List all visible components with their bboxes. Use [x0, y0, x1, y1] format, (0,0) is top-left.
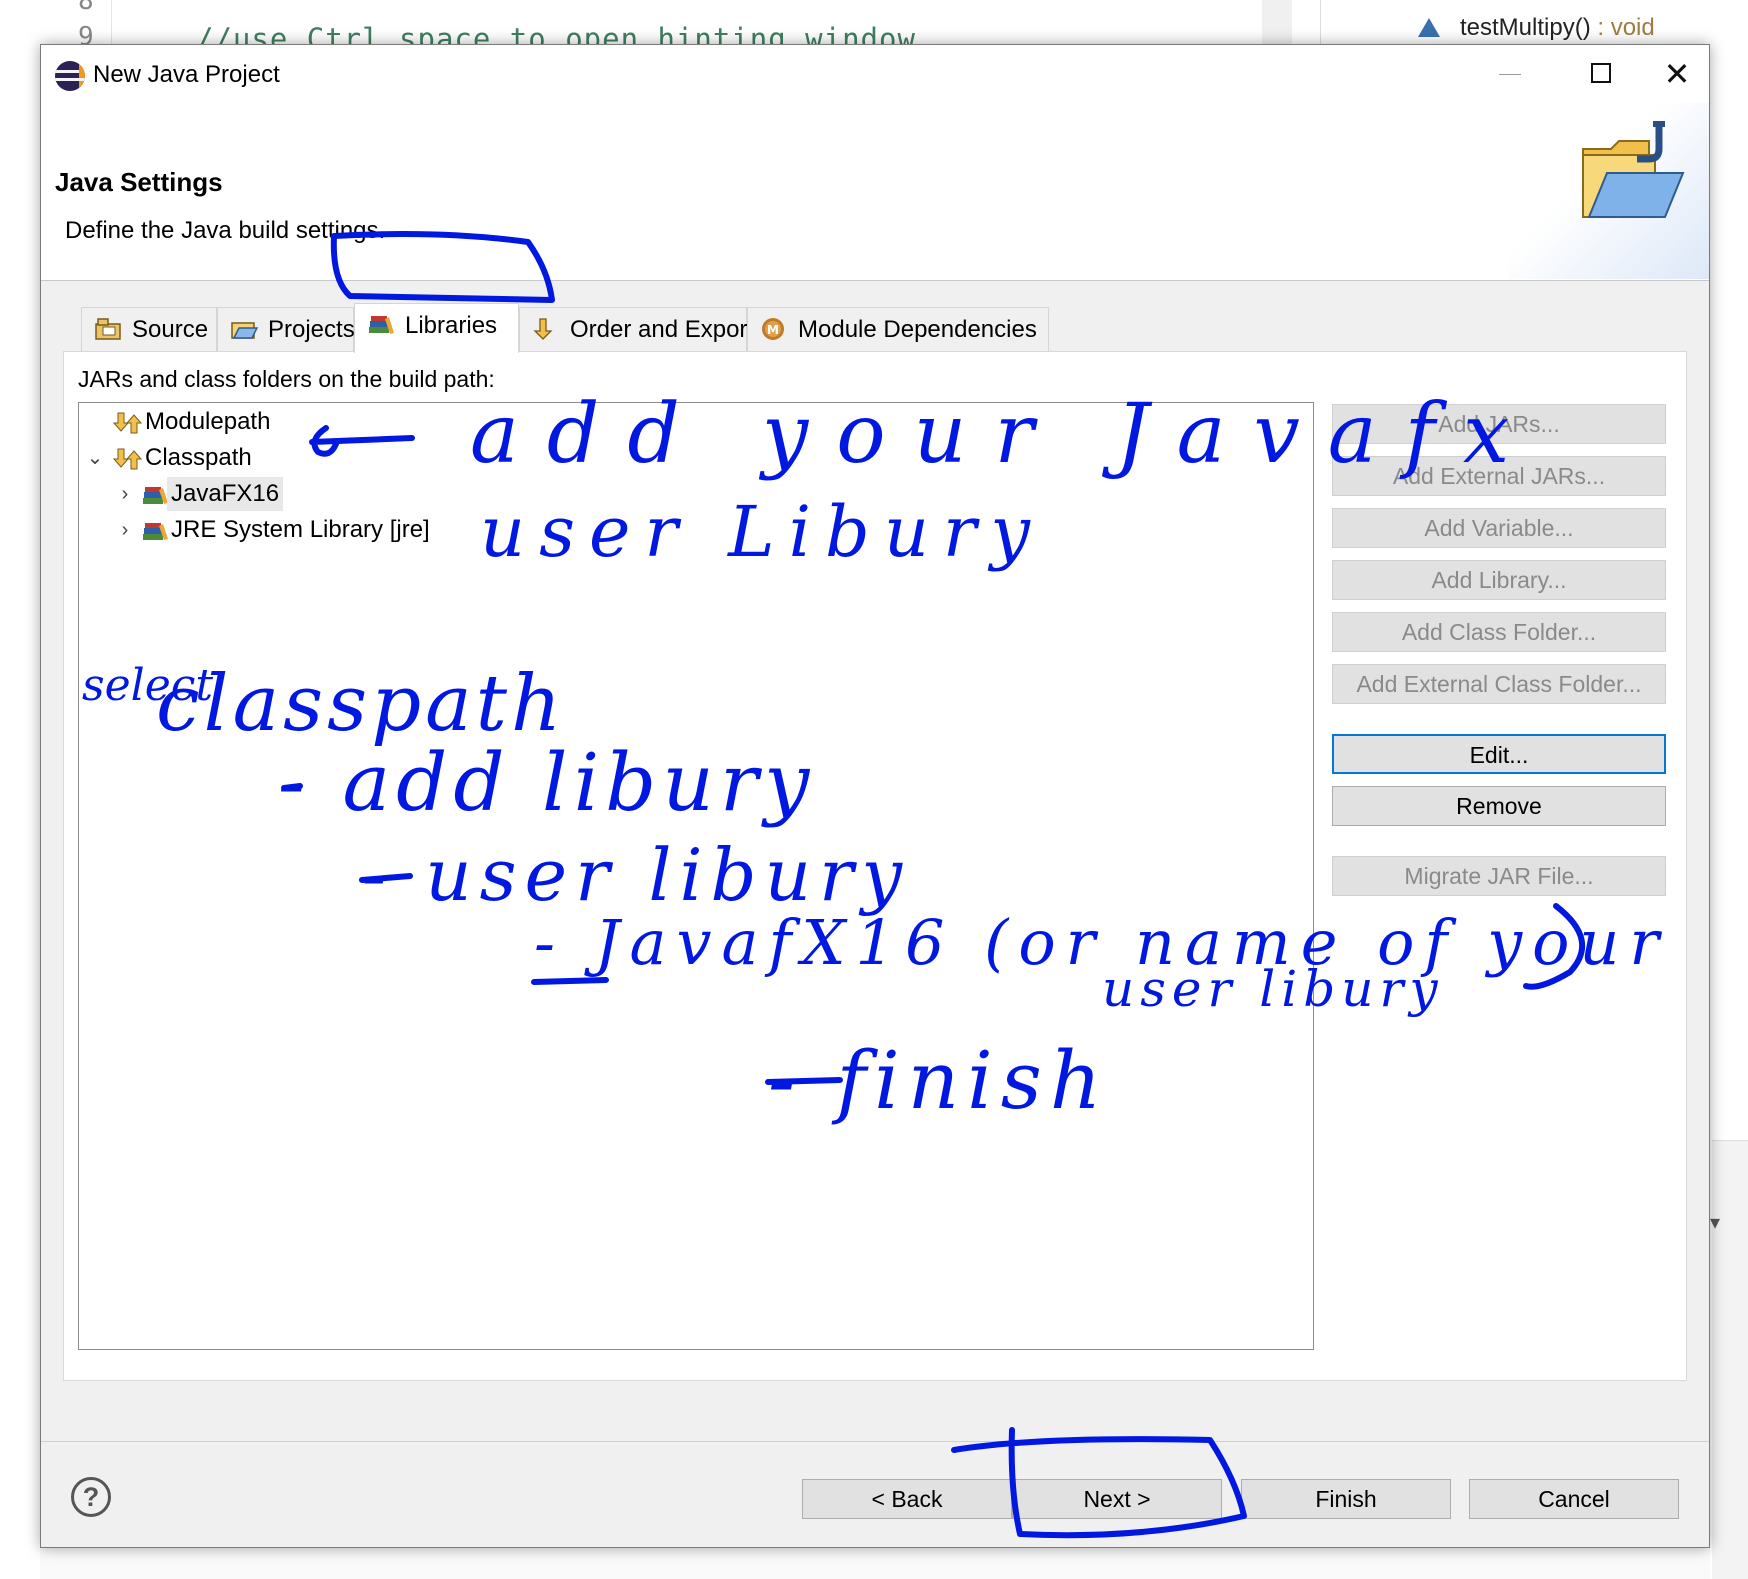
- add-external-class-folder-button[interactable]: Add External Class Folder...: [1332, 664, 1666, 704]
- tab-source[interactable]: Source: [81, 307, 217, 351]
- libraries-tab-panel: JARs and class folders on the build path…: [63, 351, 1687, 1381]
- add-variable-button[interactable]: Add Variable...: [1332, 508, 1666, 548]
- right-panel: [1712, 1140, 1748, 1579]
- help-icon[interactable]: ?: [71, 1477, 111, 1517]
- add-library-button[interactable]: Add Library...: [1332, 560, 1666, 600]
- tree-item-modulepath[interactable]: Modulepath: [79, 405, 479, 439]
- modulepath-icon: [113, 412, 143, 434]
- edit-button[interactable]: Edit...: [1332, 734, 1666, 774]
- back-button[interactable]: < Back: [802, 1479, 1012, 1519]
- source-folder-icon: [95, 318, 121, 340]
- tree-item-label: JavaFX16: [167, 477, 284, 511]
- page-description: Define the Java build settings.: [65, 217, 386, 244]
- wizard-header: Java Settings Define the Java build sett…: [41, 103, 1709, 281]
- dialog-titlebar[interactable]: New Java Project ✕: [41, 45, 1709, 103]
- outline-item-return-type: : void: [1590, 14, 1655, 41]
- remove-button[interactable]: Remove: [1332, 786, 1666, 826]
- new-java-project-dialog: New Java Project ✕ Java Settings Define …: [40, 44, 1710, 1548]
- tab-bar: Source Projects Libraries Order and Expo…: [65, 303, 1705, 353]
- tree-item-classpath[interactable]: ⌄ Classpath: [79, 441, 479, 475]
- dialog-title: New Java Project: [93, 61, 280, 88]
- tree-item-label: Modulepath: [145, 408, 271, 435]
- chevron-down-icon[interactable]: ⌄: [85, 441, 105, 475]
- method-triangle-icon: [1418, 18, 1440, 37]
- finish-button[interactable]: Finish: [1241, 1479, 1451, 1519]
- migrate-jar-file-button[interactable]: Migrate JAR File...: [1332, 856, 1666, 896]
- svg-text:M: M: [767, 323, 779, 337]
- close-icon: ✕: [1663, 56, 1691, 92]
- outline-item[interactable]: testMultipy() : void: [1460, 14, 1655, 42]
- classpath-icon: [113, 448, 143, 470]
- close-button[interactable]: ✕: [1645, 45, 1709, 103]
- add-class-folder-button[interactable]: Add Class Folder...: [1332, 612, 1666, 652]
- order-export-icon: [533, 318, 553, 340]
- outline-item-name: testMultipy(): [1460, 14, 1591, 41]
- tab-label: Projects: [268, 316, 355, 343]
- tab-label: Order and Export: [570, 316, 755, 343]
- tree-item-javafx16[interactable]: › JavaFX16: [79, 477, 479, 511]
- minimize-button[interactable]: [1465, 45, 1555, 103]
- projects-icon: [231, 322, 258, 339]
- line-number: 8: [78, 0, 94, 16]
- build-path-label: JARs and class folders on the build path…: [78, 366, 495, 392]
- tab-libraries[interactable]: Libraries: [354, 303, 519, 353]
- page-title: Java Settings: [55, 167, 223, 197]
- add-jars-button[interactable]: Add JARs...: [1332, 404, 1666, 444]
- next-button[interactable]: Next >: [1012, 1479, 1222, 1519]
- tab-label: Source: [132, 316, 209, 343]
- libraries-icon: [369, 316, 394, 334]
- maximize-button[interactable]: [1555, 45, 1645, 103]
- tab-label: Module Dependencies: [798, 316, 1037, 343]
- chevron-right-icon[interactable]: ›: [115, 513, 135, 547]
- module-icon: M: [762, 318, 784, 340]
- dropdown-arrow-icon[interactable]: ▾: [1710, 1210, 1720, 1235]
- tab-label: Libraries: [405, 312, 498, 339]
- cancel-button[interactable]: Cancel: [1469, 1479, 1679, 1519]
- tree-item-label: Classpath: [145, 444, 252, 471]
- tab-module-dependencies[interactable]: M Module Dependencies: [747, 307, 1049, 351]
- chevron-right-icon[interactable]: ›: [115, 477, 135, 511]
- footer-separator: [41, 1441, 1709, 1442]
- tree-item-label: JRE System Library [jre]: [171, 516, 430, 543]
- tab-projects[interactable]: Projects: [217, 307, 355, 351]
- java-project-folder-icon: [1582, 121, 1685, 218]
- tree-item-jre-system-library[interactable]: › JRE System Library [jre]: [79, 513, 579, 547]
- build-path-tree[interactable]: Modulepath ⌄ Classpath › JavaFX16 › JRE …: [78, 402, 1314, 1350]
- add-external-jars-button[interactable]: Add External JARs...: [1332, 456, 1666, 496]
- eclipse-icon: [55, 61, 85, 91]
- tab-order-and-export[interactable]: Order and Export: [519, 307, 754, 351]
